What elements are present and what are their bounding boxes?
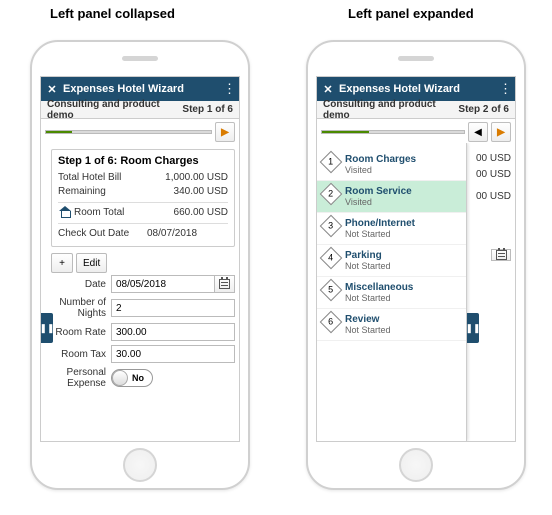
step-name: Review bbox=[345, 314, 460, 325]
close-icon[interactable]: ✕ bbox=[45, 83, 59, 96]
add-button[interactable]: + bbox=[51, 253, 73, 273]
step-indicator: Step 2 of 6 bbox=[458, 104, 509, 115]
phone-home-button bbox=[123, 448, 157, 482]
steps-panel: 1 Room ChargesVisited 2 Room ServiceVisi… bbox=[317, 143, 467, 441]
calendar-icon bbox=[496, 250, 507, 260]
step-number-badge: 1 bbox=[320, 151, 343, 174]
progress-bar bbox=[45, 130, 212, 134]
step-status: Not Started bbox=[345, 293, 460, 303]
progress-row: ▶ bbox=[41, 119, 239, 146]
collapse-panel-handle[interactable]: ❚❚ bbox=[467, 313, 479, 343]
bg-val1: 00 USD bbox=[476, 151, 511, 167]
phone-earpiece bbox=[398, 56, 434, 61]
toolbar: + Edit bbox=[51, 253, 235, 273]
app-title: Expenses Hotel Wizard bbox=[59, 83, 223, 95]
tax-label: Room Tax bbox=[55, 349, 111, 360]
bg-val2: 00 USD bbox=[476, 167, 511, 183]
date-label: Date bbox=[55, 279, 111, 290]
step-item-room-service[interactable]: 2 Room ServiceVisited bbox=[317, 181, 466, 213]
app-bar: ✕ Expenses Hotel Wizard ⋮ bbox=[317, 77, 515, 101]
prev-button[interactable]: ◀ bbox=[468, 122, 488, 142]
step-number-badge: 5 bbox=[320, 279, 343, 302]
step-name: Room Charges bbox=[345, 154, 460, 165]
close-icon[interactable]: ✕ bbox=[321, 83, 335, 96]
next-button[interactable]: ▶ bbox=[491, 122, 511, 142]
next-button[interactable]: ▶ bbox=[215, 122, 235, 142]
date-input[interactable] bbox=[111, 275, 215, 293]
remaining-value: 340.00 USD bbox=[174, 185, 228, 199]
calendar-button[interactable] bbox=[491, 249, 511, 261]
screen-collapsed: ✕ Expenses Hotel Wizard ⋮ Consulting and… bbox=[40, 76, 240, 442]
step-status: Visited bbox=[345, 165, 460, 175]
total-bill-value: 1,000.00 USD bbox=[165, 171, 228, 185]
rate-label: Room Rate bbox=[55, 327, 111, 338]
step-item-phone-internet[interactable]: 3 Phone/InternetNot Started bbox=[317, 213, 466, 245]
sub-bar: Consulting and product demo Step 2 of 6 bbox=[317, 101, 515, 119]
checkout-label: Check Out Date bbox=[58, 227, 139, 241]
step-number-badge: 6 bbox=[320, 311, 343, 334]
progress-bar bbox=[321, 130, 465, 134]
step-indicator: Step 1 of 6 bbox=[182, 104, 233, 115]
checkout-value: 08/07/2018 bbox=[139, 227, 228, 241]
step-name: Miscellaneous bbox=[345, 282, 460, 293]
progress-row: ◀ ▶ bbox=[317, 119, 515, 146]
personal-expense-toggle[interactable]: No bbox=[111, 369, 153, 387]
summary-card: Step 1 of 6: Room Charges Total Hotel Bi… bbox=[51, 149, 235, 247]
content-area: Step 1 of 6: Room Charges Total Hotel Bi… bbox=[41, 143, 239, 441]
bg-val3: 00 USD bbox=[476, 189, 511, 205]
phone-collapsed: ✕ Expenses Hotel Wizard ⋮ Consulting and… bbox=[30, 40, 250, 490]
remaining-label: Remaining bbox=[58, 185, 174, 199]
room-total-label: Room Total bbox=[58, 206, 174, 220]
sub-bar: Consulting and product demo Step 1 of 6 bbox=[41, 101, 239, 119]
app-title: Expenses Hotel Wizard bbox=[335, 83, 499, 95]
subtitle: Consulting and product demo bbox=[47, 99, 182, 121]
step-item-room-charges[interactable]: 1 Room ChargesVisited bbox=[317, 149, 466, 181]
step-number-badge: 4 bbox=[320, 247, 343, 270]
home-icon bbox=[58, 206, 72, 218]
calendar-button[interactable] bbox=[215, 275, 235, 293]
caption-expanded: Left panel expanded bbox=[348, 6, 474, 21]
screen-expanded: ✕ Expenses Hotel Wizard ⋮ Consulting and… bbox=[316, 76, 516, 442]
nights-input[interactable] bbox=[111, 299, 235, 317]
rate-input[interactable] bbox=[111, 323, 235, 341]
form: Date Number of Nights Room Rate Room Tax bbox=[55, 275, 235, 389]
total-bill-label: Total Hotel Bill bbox=[58, 171, 165, 185]
step-name: Room Service bbox=[345, 186, 460, 197]
content-area: 00 USD 00 USD 00 USD 1 Room ChargesVisit… bbox=[317, 143, 515, 441]
edit-button[interactable]: Edit bbox=[76, 253, 107, 273]
personal-label: Personal Expense bbox=[55, 367, 111, 389]
step-status: Not Started bbox=[345, 261, 460, 271]
tax-input[interactable] bbox=[111, 345, 235, 363]
phone-home-button bbox=[399, 448, 433, 482]
phone-expanded: ✕ Expenses Hotel Wizard ⋮ Consulting and… bbox=[306, 40, 526, 490]
step-name: Phone/Internet bbox=[345, 218, 460, 229]
card-heading: Step 1 of 6: Room Charges bbox=[58, 155, 228, 167]
kebab-menu-icon[interactable]: ⋮ bbox=[499, 81, 511, 97]
step-status: Not Started bbox=[345, 325, 460, 335]
kebab-menu-icon[interactable]: ⋮ bbox=[223, 81, 235, 97]
step-item-miscellaneous[interactable]: 5 MiscellaneousNot Started bbox=[317, 277, 466, 309]
step-item-review[interactable]: 6 ReviewNot Started bbox=[317, 309, 466, 341]
step-status: Not Started bbox=[345, 229, 460, 239]
step-status: Visited bbox=[345, 197, 460, 207]
caption-collapsed: Left panel collapsed bbox=[50, 6, 175, 21]
phone-earpiece bbox=[122, 56, 158, 61]
step-name: Parking bbox=[345, 250, 460, 261]
step-item-parking[interactable]: 4 ParkingNot Started bbox=[317, 245, 466, 277]
subtitle: Consulting and product demo bbox=[323, 99, 458, 121]
expand-panel-handle[interactable]: ❚❚ bbox=[41, 313, 53, 343]
room-total-value: 660.00 USD bbox=[174, 206, 228, 220]
step-number-badge: 2 bbox=[320, 183, 343, 206]
app-bar: ✕ Expenses Hotel Wizard ⋮ bbox=[41, 77, 239, 101]
nights-label: Number of Nights bbox=[55, 297, 111, 319]
step-number-badge: 3 bbox=[320, 215, 343, 238]
calendar-icon bbox=[219, 279, 230, 289]
